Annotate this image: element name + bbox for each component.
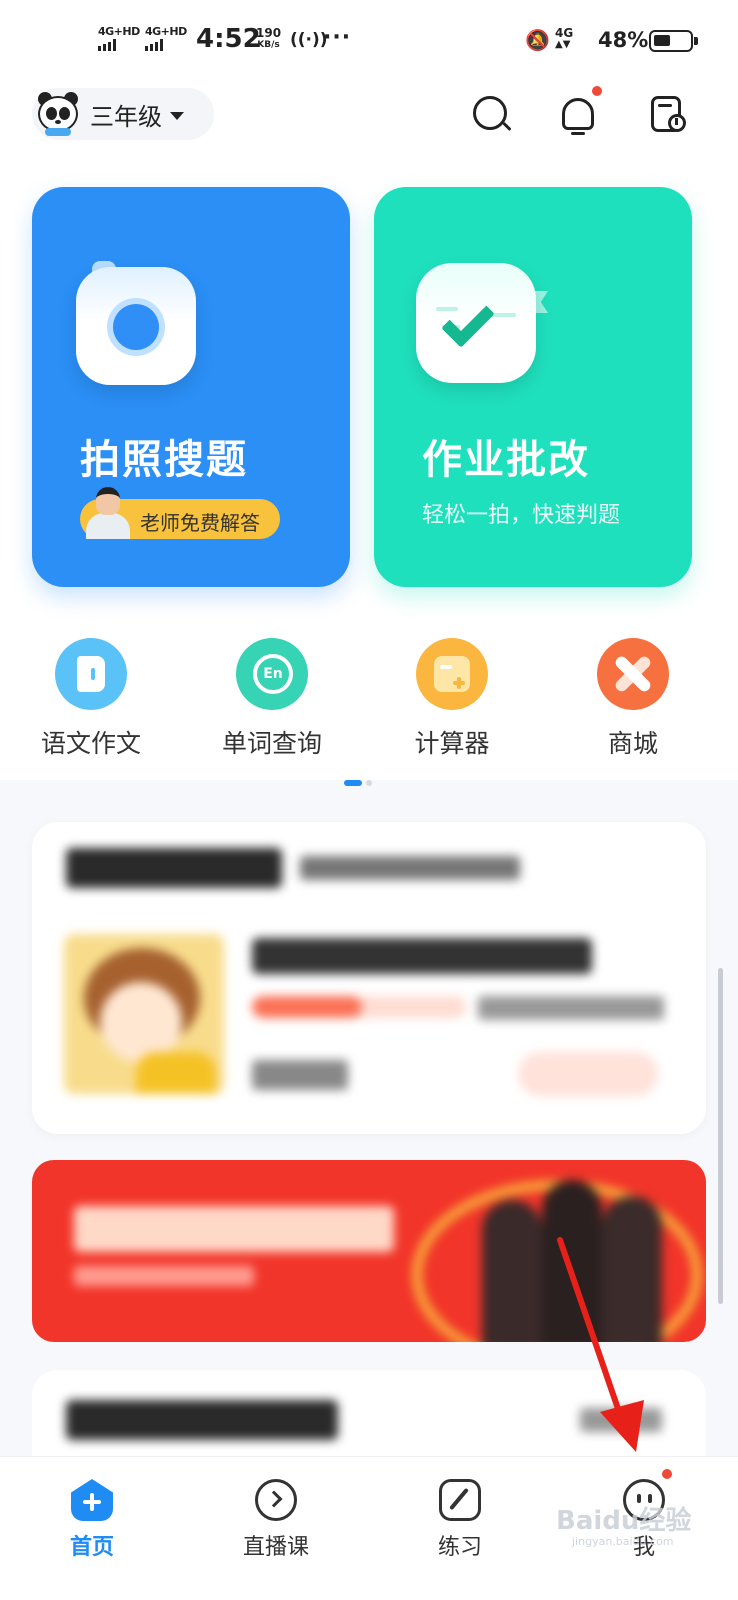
homework-check-title: 作业批改 (422, 437, 590, 483)
camera-icon (76, 261, 196, 385)
nav-label: 练习 (437, 1535, 482, 1560)
watermark-url: jingyan.baidu.com (572, 1535, 674, 1548)
page-dot (366, 780, 372, 786)
network-speed: 190 KB/s (256, 27, 281, 51)
mute-bell-icon: 🔕 (525, 28, 550, 52)
course-thumbnail (64, 934, 224, 1094)
teacher-avatar (82, 483, 132, 539)
course-action-button (518, 1052, 658, 1096)
notification-badge (592, 86, 602, 96)
status-bar: 4G+HD 4G+HD 4:52 190 KB/s ((·)) ··· 🔕 4G… (0, 0, 738, 80)
home-icon (71, 1479, 113, 1521)
hotspot-icon: ((·)) (290, 30, 328, 50)
tool-word-lookup[interactable]: En 单词查询 (197, 636, 347, 766)
grade-label: 三年级 (90, 102, 162, 131)
status-time: 4:52 (196, 24, 261, 54)
photo-search-title: 拍照搜题 (80, 437, 248, 483)
tool-label: 计算器 (414, 729, 490, 758)
nav-live-course[interactable]: 直播课 (184, 1457, 368, 1600)
tool-calculator[interactable]: 计算器 (377, 636, 527, 766)
tool-label: 商城 (607, 729, 658, 758)
caret-down-icon (170, 111, 184, 120)
profile-badge (662, 1469, 672, 1479)
nav-practice[interactable]: 练习 (368, 1457, 552, 1600)
page-dot-active (344, 780, 362, 786)
speed-unit: KB/s (257, 40, 280, 50)
battery-level-fill (654, 35, 670, 46)
history-icon[interactable] (644, 88, 692, 140)
word-lookup-icon: En (236, 638, 308, 710)
grade-selector[interactable]: 三年级 (32, 88, 214, 140)
scrollbar-thumb[interactable] (718, 968, 723, 1304)
signal-bars-icon (98, 39, 116, 51)
teacher-badge[interactable]: 老师免费解答 (80, 487, 280, 539)
word-lookup-icon-text: En (253, 654, 293, 694)
promo-banner[interactable] (32, 1160, 706, 1342)
practice-icon (439, 1479, 481, 1521)
watermark-logo: Baidu经验 (556, 1506, 692, 1536)
tool-essay[interactable]: 语文作文 (16, 636, 166, 766)
teacher-badge-label: 老师免费解答 (140, 511, 260, 535)
network-type-3-label: 4G (555, 26, 574, 40)
search-icon[interactable] (468, 88, 516, 140)
nav-label: 首页 (69, 1535, 114, 1560)
course-card[interactable] (32, 822, 706, 1134)
panda-avatar-icon (34, 90, 82, 138)
data-arrows-icon: ▲▼ (555, 39, 571, 50)
photo-search-card[interactable]: 拍照搜题 老师免费解答 (32, 187, 350, 587)
homework-check-icon (416, 263, 548, 387)
signal-1: 4G+HD (98, 26, 140, 51)
more-dots-icon: ··· (323, 25, 352, 50)
tool-mall[interactable]: 商城 (558, 636, 708, 766)
baidu-watermark: Baidu经验 jingyan.baidu.com (556, 1500, 691, 1548)
essay-icon (55, 638, 127, 710)
signal-bars-icon (145, 39, 163, 51)
nav-label: 直播课 (242, 1535, 309, 1560)
calculator-icon (416, 638, 488, 710)
battery-percent: 48% (598, 28, 649, 52)
notification-bell-icon[interactable] (554, 86, 602, 140)
homework-check-card[interactable]: 作业批改 轻松一拍，快速判题 (374, 187, 692, 587)
network-type-2: 4G+HD (145, 25, 187, 38)
network-type-1: 4G+HD (98, 25, 140, 38)
live-course-icon (255, 1479, 297, 1521)
mall-icon (597, 638, 669, 710)
network-type-3: 4G ▲▼ (555, 27, 573, 51)
homework-check-subtitle: 轻松一拍，快速判题 (422, 503, 621, 528)
tool-label: 语文作文 (40, 729, 141, 758)
battery-icon (649, 30, 698, 52)
signal-2: 4G+HD (145, 26, 187, 51)
speed-value: 190 (256, 26, 282, 40)
nav-home[interactable]: 首页 (0, 1457, 184, 1600)
page-indicator (344, 780, 372, 786)
tool-label: 单词查询 (221, 729, 322, 758)
